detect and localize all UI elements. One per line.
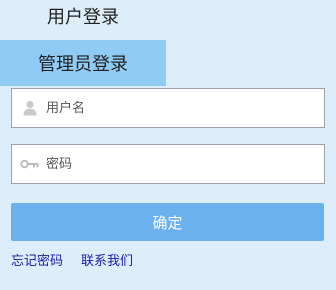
tab-user-login-label: 用户登录 [47,7,119,28]
contact-us-link[interactable]: 联系我们 [81,250,133,269]
tab-admin-login[interactable]: 管理员登录 [0,40,166,86]
username-input[interactable] [46,100,306,116]
confirm-button-label: 确定 [152,213,183,232]
username-field[interactable] [11,88,325,128]
tab-admin-login-label: 管理员登录 [38,54,128,75]
password-input[interactable] [46,156,306,172]
forgot-password-link[interactable]: 忘记密码 [11,250,63,269]
key-icon [12,159,46,169]
user-icon [12,100,46,116]
tab-user-login[interactable]: 用户登录 [0,0,166,32]
confirm-button[interactable]: 确定 [11,203,324,241]
password-field[interactable] [11,144,325,184]
footer-links: 忘记密码 联系我们 [11,250,133,269]
